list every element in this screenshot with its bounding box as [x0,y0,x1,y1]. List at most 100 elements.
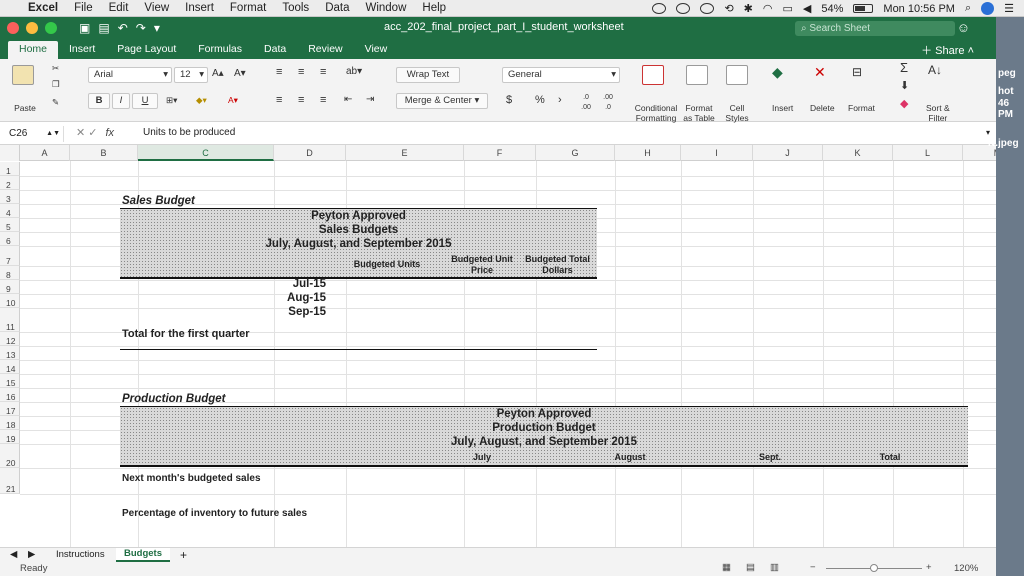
production-col-august[interactable]: August [597,452,663,462]
menu-format[interactable]: Format [222,2,274,14]
align-top-icon[interactable]: ≡ [276,67,282,78]
row-header-9[interactable]: 9 [0,280,20,294]
row-header-19[interactable]: 19 [0,430,20,444]
align-bottom-icon[interactable]: ≡ [320,67,326,78]
menu-data[interactable]: Data [317,2,357,14]
menu-edit[interactable]: Edit [101,2,137,14]
orientation-icon[interactable]: ab▾ [346,67,362,77]
insert-cells-icon[interactable]: ◆ [772,65,783,79]
clear-icon[interactable]: ◆ [900,99,908,110]
currency-button[interactable]: $ [506,95,512,106]
production-row-next-month-sales[interactable]: Next month's budgeted sales [122,473,261,484]
clock[interactable]: Mon 10:56 PM [883,3,955,15]
row-header-13[interactable]: 13 [0,346,20,360]
sidebar-icon[interactable]: ▣ [79,21,90,35]
align-center-icon[interactable]: ≡ [298,95,304,106]
prev-sheet-icon[interactable]: ◀ [10,549,17,560]
font-name-select[interactable]: Arial ▾ [88,67,172,83]
tab-insert[interactable]: Insert [58,41,106,59]
number-format-select[interactable]: General ▾ [502,67,620,83]
zoom-window-button[interactable] [45,22,57,34]
production-budget-heading[interactable]: Production Budget [122,393,226,405]
siri-icon[interactable] [981,2,995,15]
column-header-f[interactable]: F [464,145,536,161]
fx-icon[interactable]: fx [106,127,115,139]
spotlight-icon[interactable]: ⌕ [965,2,971,15]
battery-icon[interactable] [853,4,874,13]
column-header-b[interactable]: B [70,145,138,161]
menu-tools[interactable]: Tools [274,2,317,14]
sales-month-jul[interactable]: Jul-15 [256,278,326,290]
sort-filter-label[interactable]: Sort & Filter [926,103,950,123]
column-header-i[interactable]: I [681,145,753,161]
confirm-formula-icon[interactable]: ✓ [88,127,97,139]
decrease-font-icon[interactable]: A▾ [234,69,246,79]
fill-icon[interactable]: ⬇ [900,81,909,92]
menu-help[interactable]: Help [414,2,454,14]
row-header-12[interactable]: 12 [0,332,20,346]
row-header-10[interactable]: 10 [0,294,20,308]
production-col-total[interactable]: Total [855,452,925,462]
desktop-file-label-2[interactable]: hot [998,86,1014,97]
row-header-8[interactable]: 8 [0,266,20,280]
desktop-file-label-4[interactable]: N.jpeg [988,138,1019,149]
align-right-icon[interactable]: ≡ [320,95,326,106]
volume-icon[interactable]: ◀ [803,2,811,15]
zoom-slider-handle[interactable] [870,564,878,572]
select-all-corner[interactable] [0,145,20,161]
wrap-text-button[interactable]: Wrap Text [396,67,460,83]
zoom-out-icon[interactable]: − [810,562,816,573]
search-sheet-input[interactable]: ⌕ Search Sheet [795,21,955,36]
row-header-7[interactable]: 7 [0,246,20,266]
percent-button[interactable]: % [535,95,545,106]
bold-button[interactable]: B [88,93,110,109]
sales-company-name[interactable]: Peyton Approved [120,210,597,222]
formula-input[interactable]: Units to be produced [143,127,235,138]
insert-cells-label[interactable]: Insert [772,103,793,113]
column-header-g[interactable]: G [536,145,615,161]
sales-col-price-line1[interactable]: Budgeted Unit [446,254,518,264]
borders-icon[interactable]: ⊞▾ [166,95,177,105]
minimize-window-button[interactable] [26,22,38,34]
decrease-indent-icon[interactable]: ⇤ [344,95,352,105]
tab-home[interactable]: Home [8,41,59,59]
tab-page-layout[interactable]: Page Layout [106,41,187,59]
sales-col-dollars-line2[interactable]: Dollars [518,265,597,275]
format-cells-label[interactable]: Format [848,103,875,113]
italic-button[interactable]: I [112,93,130,109]
column-header-l[interactable]: L [893,145,963,161]
conditional-formatting-icon[interactable] [642,65,664,85]
autosum-icon[interactable]: Σ [900,61,908,74]
column-header-j[interactable]: J [753,145,823,161]
sync-icon[interactable] [652,3,667,14]
sort-filter-icon[interactable]: A↓ [928,64,942,76]
airplay-icon[interactable]: ▭ [783,2,793,15]
merge-center-button[interactable]: Merge & Center ▾ [396,93,488,109]
fill-color-icon[interactable]: ◆▾ [196,95,207,105]
production-company-name[interactable]: Peyton Approved [120,408,968,420]
wifi-icon[interactable]: ◠ [763,2,773,15]
row-header-17[interactable]: 17 [0,402,20,416]
expand-formula-icon[interactable]: ▾ [986,128,990,137]
column-header-e[interactable]: E [346,145,464,161]
customize-toolbar-icon[interactable]: ▾ [154,21,160,35]
row-header-2[interactable]: 2 [0,176,20,190]
conditional-formatting-label[interactable]: Conditional Formatting [632,103,680,123]
sheet-tab-instructions[interactable]: Instructions [56,549,105,560]
undo-icon[interactable]: ↶ [118,21,128,35]
notification-center-icon[interactable]: ☰ [1004,2,1014,15]
tab-review[interactable]: Review [297,41,353,59]
increase-indent-icon[interactable]: ⇥ [366,95,374,105]
add-sheet-icon[interactable]: + [180,548,187,562]
share-button[interactable]: ＋ Share ˄ [921,42,974,58]
cell-styles-icon[interactable] [726,65,748,85]
sales-total-label[interactable]: Total for the first quarter [122,328,250,340]
comma-style-button[interactable]: › [558,95,562,106]
zoom-level[interactable]: 120% [954,563,978,574]
column-header-d[interactable]: D [274,145,346,161]
time-machine-icon[interactable]: ⟲ [724,2,733,15]
close-window-button[interactable] [7,22,19,34]
menu-app-name[interactable]: Excel [20,2,66,14]
save-icon[interactable]: ▤ [98,21,109,35]
next-sheet-icon[interactable]: ▶ [28,549,35,560]
